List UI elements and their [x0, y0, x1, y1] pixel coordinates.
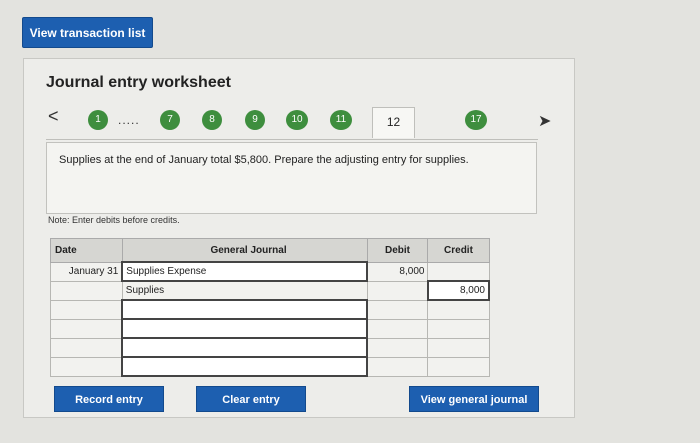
- debit-cell[interactable]: [366, 318, 429, 339]
- account-cell[interactable]: [121, 356, 369, 377]
- instruction-note: Note: Enter debits before credits.: [48, 215, 180, 225]
- table-row: [50, 299, 490, 320]
- step-9-button[interactable]: 9: [245, 110, 265, 130]
- credit-cell[interactable]: 8,000: [426, 280, 491, 301]
- step-10-button[interactable]: 10: [286, 110, 308, 130]
- next-arrow-icon[interactable]: ➤: [538, 111, 551, 131]
- debit-cell[interactable]: 8,000: [366, 261, 429, 282]
- step-12-tab-current[interactable]: 12: [372, 107, 415, 138]
- table-row: Supplies 8,000: [50, 280, 491, 301]
- step-11-button[interactable]: 11: [330, 110, 352, 130]
- step-8-button[interactable]: 8: [202, 110, 222, 130]
- table-row: [50, 318, 490, 339]
- credit-cell[interactable]: [427, 261, 490, 282]
- step-17-button[interactable]: 17: [465, 110, 487, 130]
- credit-cell[interactable]: [427, 337, 490, 358]
- date-cell[interactable]: [50, 337, 123, 358]
- header-credit: Credit: [427, 238, 490, 263]
- credit-cell[interactable]: [427, 356, 490, 377]
- view-transaction-list-button[interactable]: View transaction list: [22, 17, 153, 48]
- step-1-button[interactable]: 1: [88, 110, 108, 130]
- debit-cell[interactable]: [366, 280, 429, 301]
- general-journal-table: Date General Journal Debit Credit Januar…: [50, 238, 491, 377]
- step-7-button[interactable]: 7: [160, 110, 180, 130]
- table-row: [50, 337, 490, 358]
- account-cell[interactable]: [121, 337, 369, 358]
- view-general-journal-button[interactable]: View general journal: [409, 386, 539, 412]
- tab-divider: [46, 139, 538, 140]
- date-cell[interactable]: [50, 356, 123, 377]
- date-cell[interactable]: January 31: [50, 261, 123, 282]
- account-cell[interactable]: [121, 318, 369, 339]
- debit-cell[interactable]: [366, 337, 429, 358]
- debit-cell[interactable]: [366, 299, 429, 320]
- header-date: Date: [50, 238, 123, 263]
- account-cell[interactable]: Supplies: [121, 280, 368, 301]
- worksheet-title: Journal entry worksheet: [46, 74, 231, 91]
- prev-arrow-icon[interactable]: <: [48, 106, 59, 127]
- account-cell[interactable]: Supplies Expense: [121, 261, 369, 282]
- header-general-journal: General Journal: [121, 238, 368, 263]
- date-cell[interactable]: [50, 318, 123, 339]
- debit-cell[interactable]: [366, 356, 429, 377]
- credit-cell[interactable]: [427, 318, 490, 339]
- prompt-text: Supplies at the end of January total $5,…: [59, 154, 469, 166]
- step-ellipsis: .....: [118, 113, 140, 127]
- header-debit: Debit: [366, 238, 429, 263]
- record-entry-button[interactable]: Record entry: [54, 386, 164, 412]
- clear-entry-button[interactable]: Clear entry: [196, 386, 306, 412]
- table-row: [50, 356, 490, 377]
- date-cell[interactable]: [50, 280, 123, 301]
- account-cell[interactable]: [121, 299, 369, 320]
- credit-cell[interactable]: [427, 299, 490, 320]
- table-row: January 31 Supplies Expense 8,000: [50, 261, 490, 282]
- date-cell[interactable]: [50, 299, 123, 320]
